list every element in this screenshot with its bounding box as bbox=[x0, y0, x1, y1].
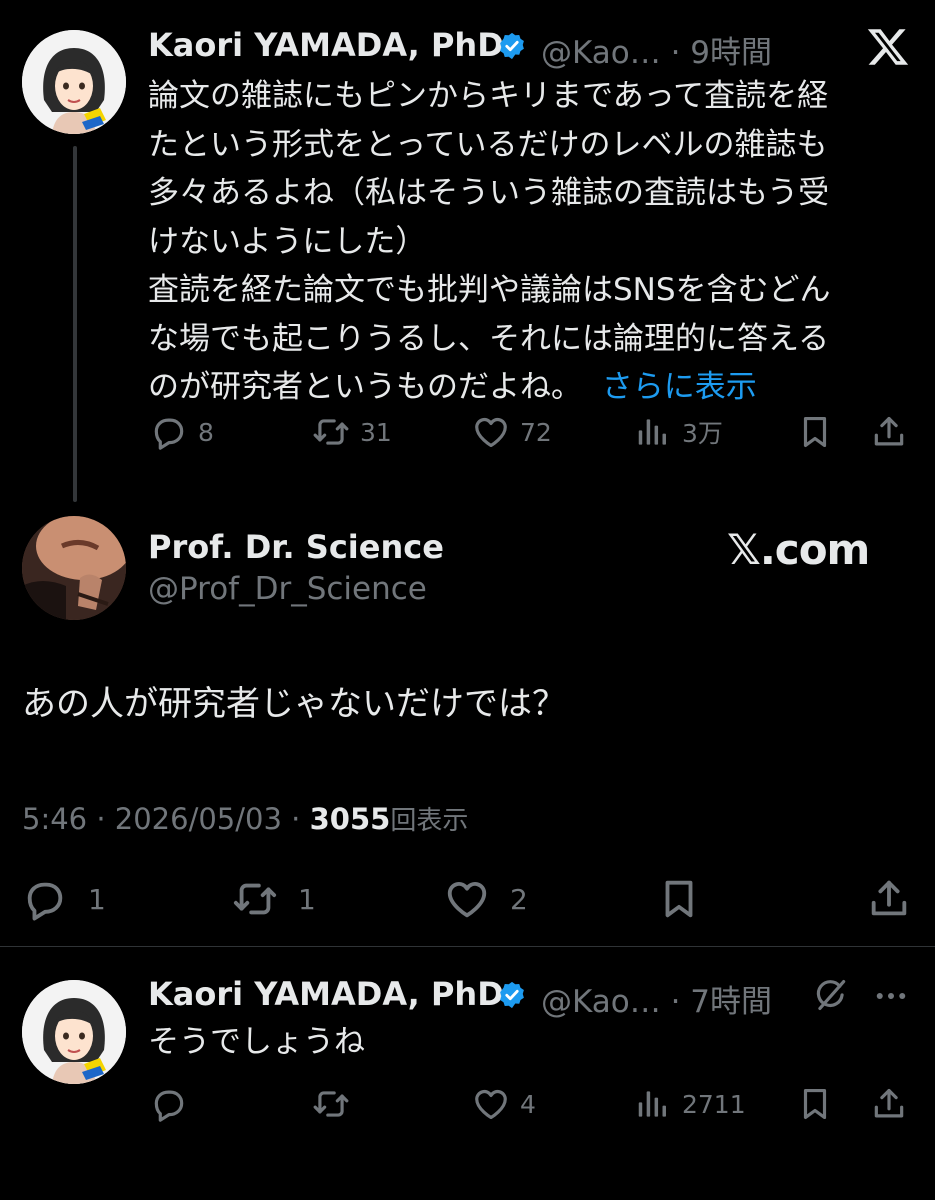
tweet-line: 多々あるよね（私はそういう雑誌の査読はもう受 bbox=[148, 175, 830, 211]
reply-button[interactable]: 1 bbox=[22, 876, 106, 922]
views-label: 回表示 bbox=[390, 806, 469, 836]
repost-icon bbox=[232, 876, 278, 922]
like-count: 4 bbox=[520, 1089, 536, 1119]
divider bbox=[0, 946, 935, 947]
tweet-line-last: のが研究者というものだよね。 さらに表示 bbox=[148, 363, 831, 412]
x-dot-com-watermark: 𝕏.com bbox=[727, 525, 870, 574]
bookmark-icon bbox=[796, 1085, 834, 1123]
author-name[interactable]: Prof. Dr. Science bbox=[148, 528, 444, 566]
reply-icon bbox=[150, 413, 188, 451]
views-count: 2711 bbox=[682, 1089, 746, 1119]
reply-button[interactable]: 8 bbox=[150, 413, 214, 451]
bookmark-icon bbox=[656, 876, 702, 922]
reply-count: 8 bbox=[198, 417, 214, 447]
views-icon bbox=[634, 1085, 672, 1123]
repost-count: 31 bbox=[360, 417, 392, 447]
share-button[interactable] bbox=[870, 413, 908, 451]
share-icon bbox=[866, 876, 912, 922]
views-count: 3055 bbox=[309, 802, 391, 836]
views-button[interactable]: 2711 bbox=[634, 1085, 746, 1123]
like-button[interactable]: 2 bbox=[444, 876, 528, 922]
author-handle-time[interactable]: @Kao… · 9時間 bbox=[541, 27, 772, 72]
verified-badge-icon bbox=[497, 980, 527, 1010]
repost-count: 1 bbox=[298, 882, 316, 916]
tweet-meta: 5:46 · 2026/05/03 · 3055回表示 bbox=[22, 800, 468, 837]
reply-icon bbox=[22, 876, 68, 922]
like-icon bbox=[472, 1085, 510, 1123]
more-icon[interactable] bbox=[873, 978, 909, 1014]
repost-button[interactable] bbox=[312, 1085, 350, 1123]
views-count: 3万 bbox=[682, 419, 723, 448]
tweet-body: 論文の雑誌にもピンからキリまであって査読を経 たという形式をとっているだけのレベル… bbox=[148, 72, 831, 412]
like-icon bbox=[444, 876, 490, 922]
author-handle[interactable]: @Prof_Dr_Science bbox=[148, 571, 427, 607]
views-icon bbox=[634, 413, 672, 451]
kaori-avatar-illustration bbox=[22, 30, 126, 134]
author-name[interactable]: Kaori YAMADA, PhD bbox=[148, 975, 504, 1013]
tweet-line-text: のが研究者というものだよね。 bbox=[148, 369, 582, 405]
like-button[interactable]: 4 bbox=[472, 1085, 536, 1123]
prof-avatar-photo bbox=[22, 516, 126, 620]
tweet-line: な場でも起こりうるし、それには論理的に答える bbox=[148, 320, 830, 357]
share-button[interactable] bbox=[870, 1085, 908, 1123]
bookmark-button[interactable] bbox=[656, 876, 702, 922]
like-count: 72 bbox=[520, 417, 552, 447]
repost-icon bbox=[312, 413, 350, 451]
bookmark-button[interactable] bbox=[796, 413, 834, 451]
views-button[interactable]: 3万 bbox=[634, 413, 723, 451]
like-count: 2 bbox=[510, 882, 528, 916]
avatar-prof-dr-science[interactable] bbox=[22, 516, 126, 620]
author-name[interactable]: Kaori YAMADA, PhD bbox=[148, 26, 504, 64]
tweet-line: 論文の雑誌にもピンからキリまであって査読を経 bbox=[148, 78, 829, 114]
reply-count: 1 bbox=[88, 882, 106, 916]
repost-button[interactable]: 31 bbox=[312, 413, 392, 451]
tweet-body: そうでしょうね bbox=[148, 1024, 365, 1060]
tweet-line: たという形式をとっているだけのレベルの雑誌も bbox=[148, 126, 828, 163]
bookmark-icon bbox=[796, 413, 834, 451]
x-logo-icon bbox=[866, 25, 910, 69]
tweet-line: けないようにした） bbox=[148, 223, 427, 260]
grok-icon[interactable] bbox=[812, 976, 850, 1014]
tweet-body: あの人が研究者じゃないだけでは？ bbox=[22, 684, 566, 724]
repost-icon bbox=[312, 1085, 350, 1123]
kaori-avatar-illustration bbox=[22, 980, 126, 1084]
avatar-kaori-yamada[interactable] bbox=[22, 30, 126, 134]
reply-icon bbox=[150, 1085, 188, 1123]
tweet-timestamp[interactable]: 5:46 · 2026/05/03 · bbox=[22, 802, 310, 836]
share-button[interactable] bbox=[866, 876, 912, 922]
like-button[interactable]: 72 bbox=[472, 413, 552, 451]
reply-button[interactable] bbox=[150, 1085, 188, 1123]
verified-badge-icon bbox=[497, 31, 527, 61]
avatar-kaori-yamada[interactable] bbox=[22, 980, 126, 1084]
show-more-link[interactable]: さらに表示 bbox=[602, 369, 757, 405]
author-handle-time[interactable]: @Kao… · 7時間 bbox=[541, 976, 772, 1021]
thread-connector-line bbox=[73, 146, 77, 502]
tweet-line: 査読を経た論文でも批判や議論はSNSを含むどん bbox=[148, 272, 831, 308]
like-icon bbox=[472, 413, 510, 451]
bookmark-button[interactable] bbox=[796, 1085, 834, 1123]
share-icon bbox=[870, 413, 908, 451]
share-icon bbox=[870, 1085, 908, 1123]
repost-button[interactable]: 1 bbox=[232, 876, 316, 922]
